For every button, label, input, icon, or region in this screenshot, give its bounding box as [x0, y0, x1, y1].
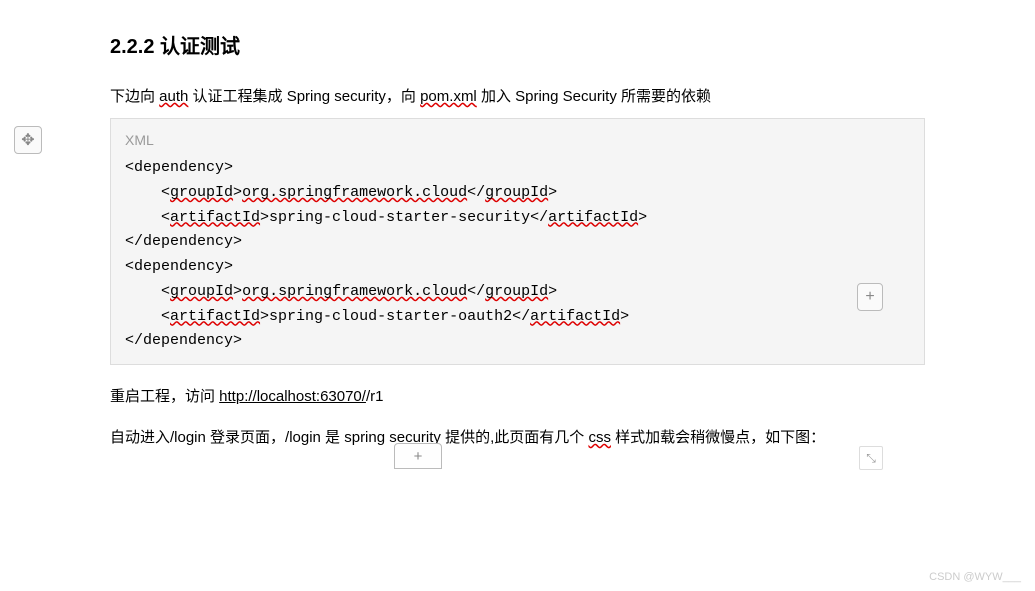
- code-line: </dependency>: [125, 329, 910, 354]
- text: 下边向: [110, 88, 159, 105]
- inline-add-tab[interactable]: +: [394, 443, 442, 469]
- text: 加入 Spring Security 所需要的依赖: [477, 88, 711, 105]
- login-paragraph: 自动进入/login 登录页面，/login 是 spring security…: [110, 424, 925, 451]
- code-block: XML <dependency> <groupId>org.springfram…: [110, 118, 925, 365]
- expand-icon: ⤡: [866, 451, 876, 466]
- move-icon: ✥: [21, 130, 34, 150]
- code-line: <groupId>org.springframework.cloud</grou…: [125, 280, 910, 305]
- text: 重启工程，访问: [110, 388, 219, 405]
- intro-paragraph: 下边向 auth 认证工程集成 Spring security，向 pom.xm…: [110, 83, 925, 110]
- text: /r1: [366, 388, 384, 405]
- code-line: </dependency>: [125, 230, 910, 255]
- move-handle-icon[interactable]: ✥: [14, 126, 42, 154]
- code-line: <artifactId>spring-cloud-starter-oauth2<…: [125, 305, 910, 330]
- code-line: <dependency>: [125, 156, 910, 181]
- url-text: http://localhost:63070/: [219, 388, 366, 405]
- add-row-button[interactable]: +: [857, 283, 883, 311]
- plus-icon: +: [414, 448, 423, 465]
- expand-handle[interactable]: ⤡: [859, 446, 883, 470]
- text-css: css: [588, 429, 611, 446]
- code-line: <dependency>: [125, 255, 910, 280]
- text-pom: pom.xml: [420, 88, 477, 105]
- document-content: 2.2.2 认证测试 下边向 auth 认证工程集成 Spring securi…: [0, 0, 1035, 451]
- section-heading: 2.2.2 认证测试: [110, 30, 925, 59]
- watermark-text: CSDN @WYW___: [929, 571, 1021, 583]
- code-language-label: XML: [125, 129, 910, 152]
- text: 认证工程集成 Spring security，向: [188, 88, 420, 105]
- code-line: <groupId>org.springframework.cloud</grou…: [125, 181, 910, 206]
- code-line: <artifactId>spring-cloud-starter-securit…: [125, 206, 910, 231]
- text: 自动进入/login 登录页面，/login 是 spring security…: [110, 429, 588, 446]
- text: 样式加载会稍微慢点，如下图：: [611, 429, 825, 446]
- plus-icon: +: [865, 288, 874, 306]
- restart-paragraph: 重启工程，访问 http://localhost:63070//r1: [110, 383, 925, 410]
- text-auth: auth: [159, 88, 188, 105]
